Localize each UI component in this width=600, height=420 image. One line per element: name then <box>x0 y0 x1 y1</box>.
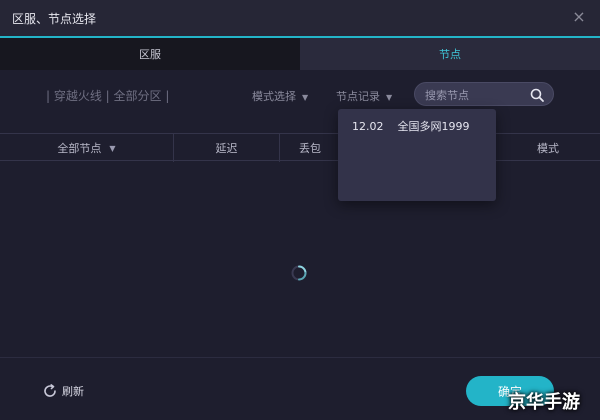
dropdown-item-date: 12.02 <box>352 120 384 133</box>
tab-node[interactable]: 节点 <box>300 38 600 70</box>
breadcrumb[interactable]: | 穿越火线 | 全部分区 | <box>46 87 169 104</box>
mode-select-label: 模式选择 <box>252 90 296 103</box>
column-header-all-nodes[interactable]: 全部节点 ▼ <box>0 134 174 162</box>
table-header: 全部节点 ▼ 延迟 丢包 模式 <box>0 133 600 162</box>
tab-node-label: 节点 <box>439 48 461 61</box>
chevron-down-icon: ▼ <box>386 93 393 102</box>
window-title: 区服、节点选择 <box>12 12 97 26</box>
node-history-dropdown: 12.02 全国多网1999 <box>338 109 496 201</box>
mode-select[interactable]: 模式选择 ▼ <box>252 88 308 104</box>
filter-row: | 穿越火线 | 全部分区 | 模式选择 ▼ 节点记录 ▼ <box>0 82 600 108</box>
column-latency-label: 延迟 <box>215 142 238 155</box>
search-box[interactable] <box>414 82 554 106</box>
column-all-nodes-label: 全部节点 <box>57 142 102 155</box>
chevron-down-icon: ▼ <box>302 93 309 102</box>
watermark: 京华手游 <box>508 392 580 413</box>
column-header-packet-loss: 丢包 <box>280 134 340 162</box>
search-input[interactable] <box>425 87 529 103</box>
column-mode-label: 模式 <box>537 142 559 155</box>
footer-divider <box>0 357 600 358</box>
refresh-button[interactable]: 刷新 <box>42 382 84 400</box>
title-bar: 区服、节点选择 × <box>0 0 600 36</box>
tab-bar: 区服 节点 <box>0 38 600 70</box>
tab-server-label: 区服 <box>139 48 161 61</box>
close-icon[interactable]: × <box>570 8 588 26</box>
search-icon[interactable] <box>529 87 545 103</box>
loading-spinner-icon <box>291 265 307 281</box>
refresh-icon <box>44 384 56 397</box>
node-history-select[interactable]: 节点记录 ▼ <box>336 88 392 104</box>
node-history-label: 节点记录 <box>336 90 380 103</box>
dropdown-item-name: 全国多网1999 <box>397 120 470 133</box>
column-header-latency: 延迟 <box>174 134 280 162</box>
refresh-label: 刷新 <box>62 385 84 398</box>
column-packet-loss-label: 丢包 <box>299 142 321 155</box>
chevron-down-icon: ▼ <box>109 143 116 153</box>
tab-server[interactable]: 区服 <box>0 38 300 70</box>
column-header-mode: 模式 <box>496 134 600 162</box>
dropdown-item[interactable]: 12.02 全国多网1999 <box>352 118 470 134</box>
